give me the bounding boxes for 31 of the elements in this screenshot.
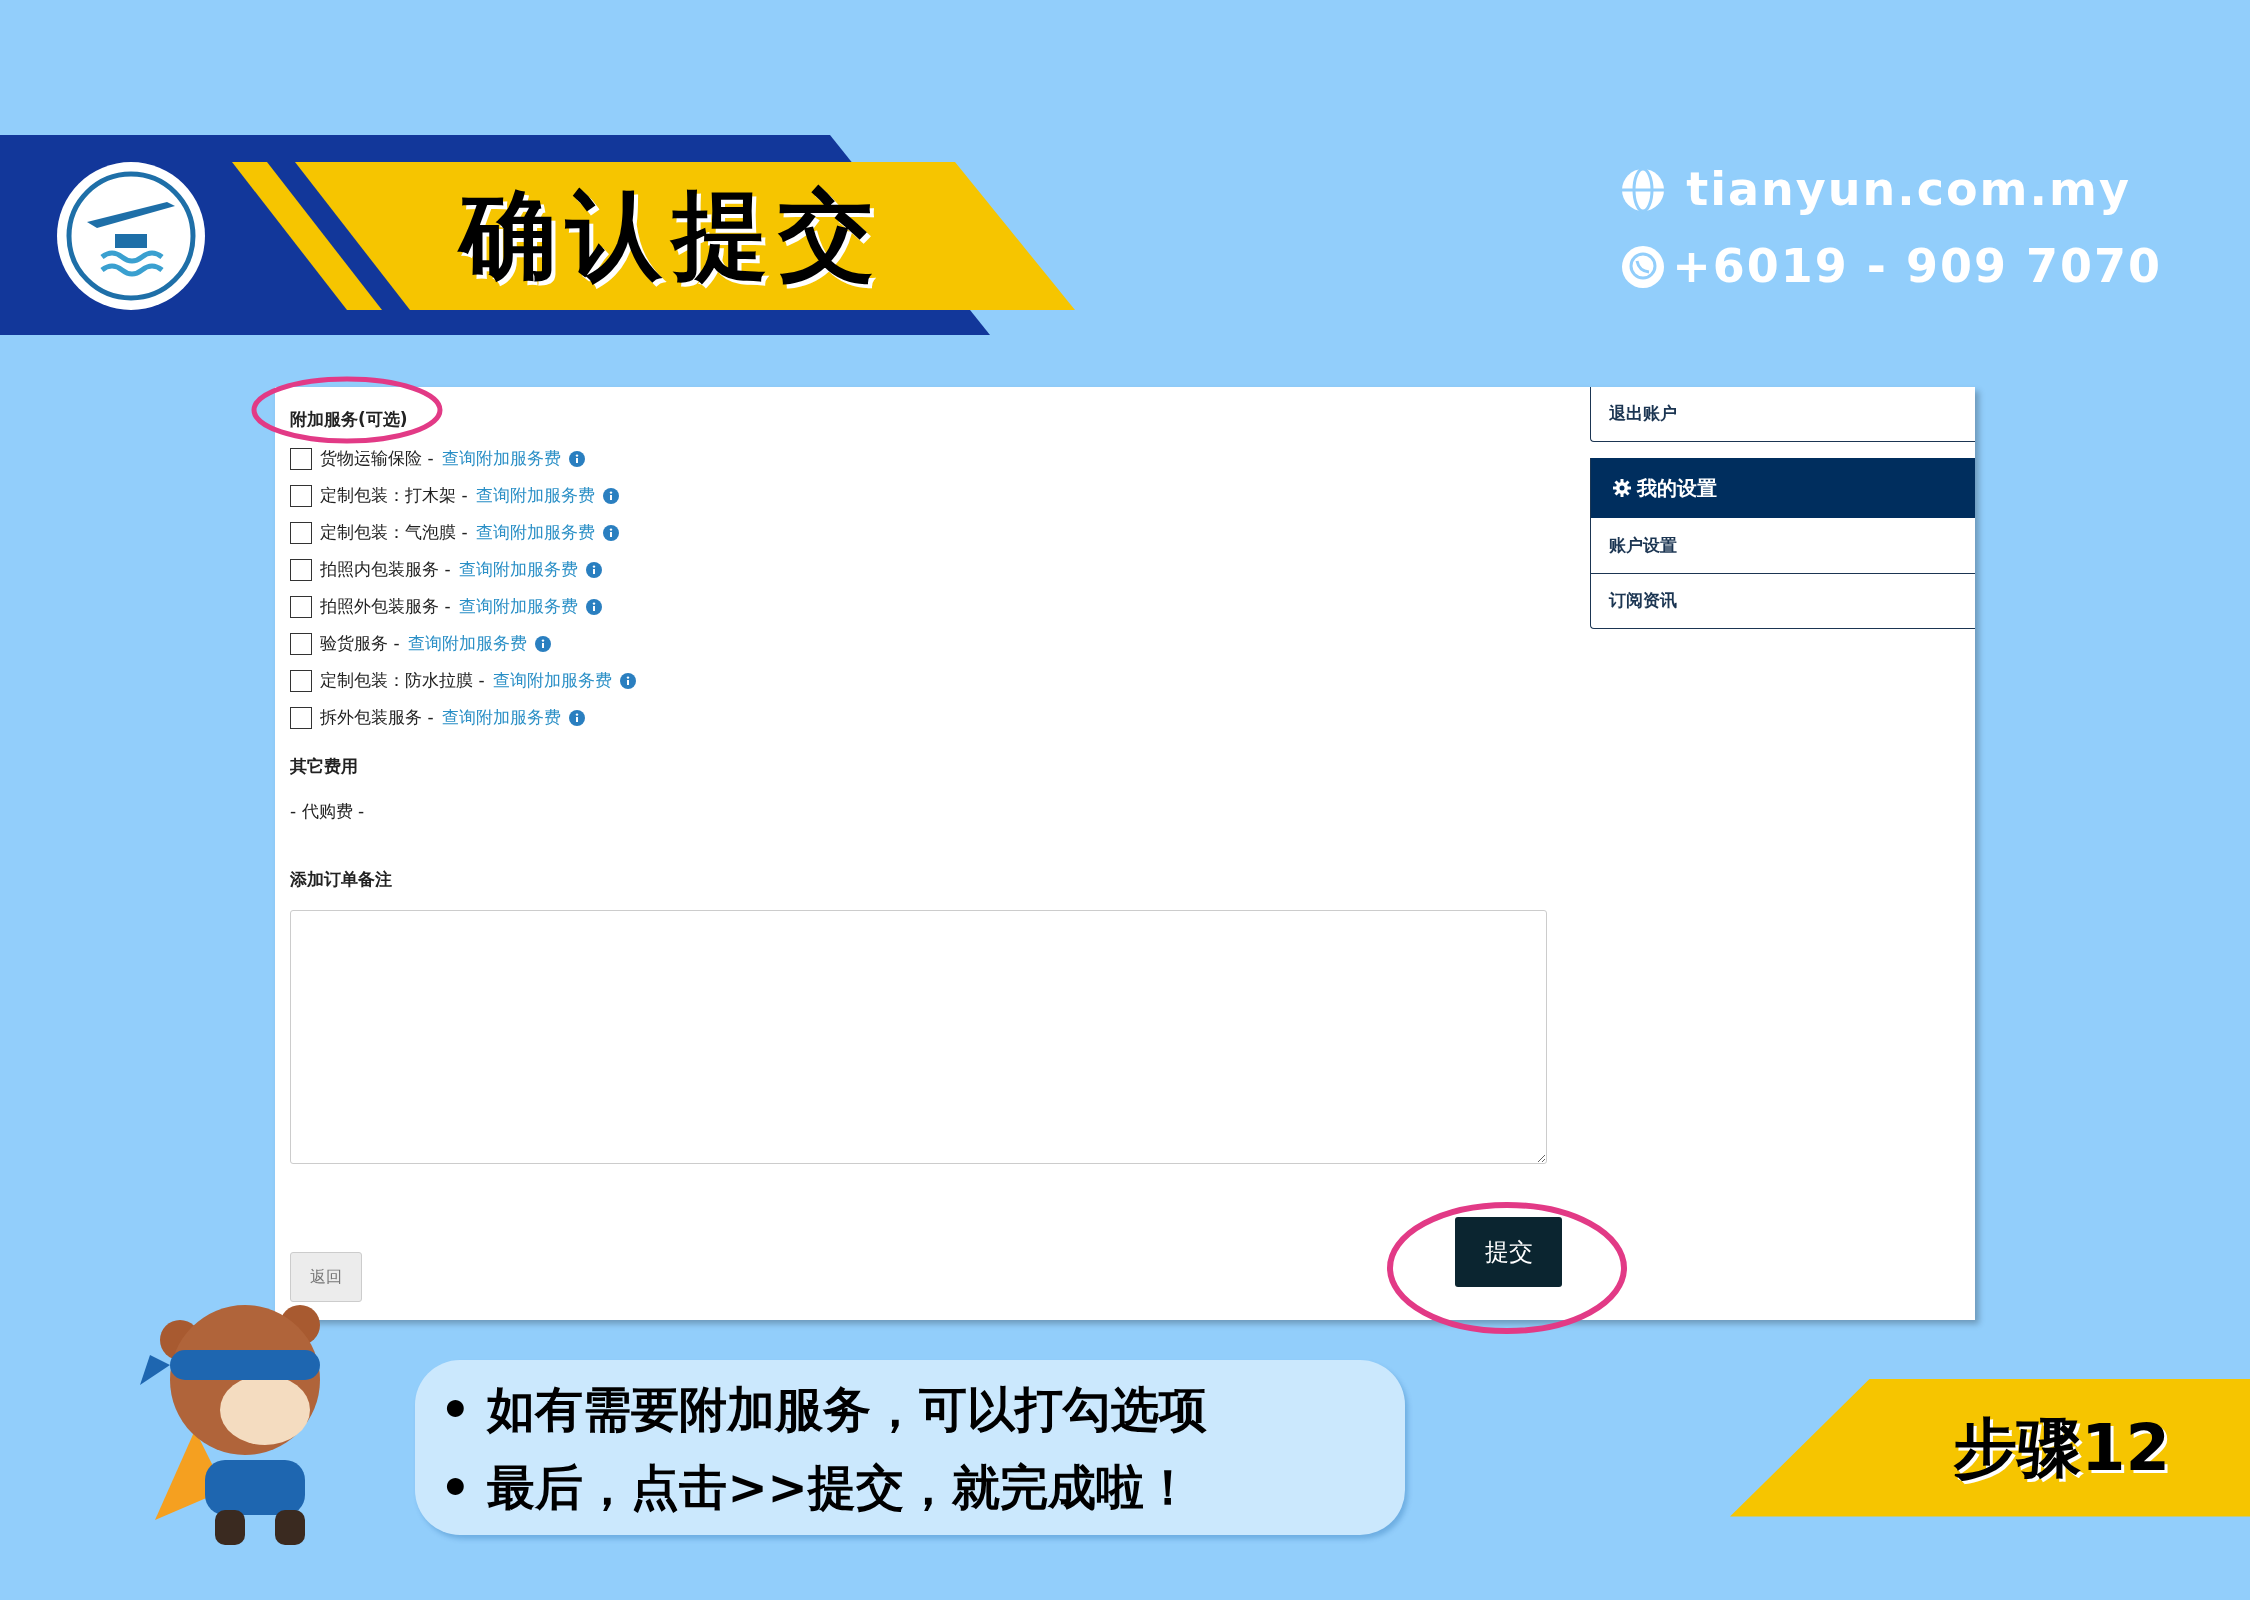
fee-link[interactable]: 查询附加服务费 — [492, 667, 612, 694]
fee-link[interactable]: 查询附加服务费 — [407, 630, 527, 657]
tip-text: • 最后，点击>>提交，就完成啦！ — [440, 1457, 1193, 1517]
section-heading: 附加服务(可选) — [290, 408, 409, 431]
settings-title: 我的设置 — [1637, 475, 1717, 502]
tip-text: • 如有需要附加服务，可以打勾选项 — [440, 1379, 1209, 1439]
service-label: 定制包装：打木架 - — [320, 483, 468, 507]
fee-link[interactable]: 查询附加服务费 — [475, 519, 595, 546]
service-label: 验货服务 - — [320, 631, 400, 655]
service-label: 拆外包装服务 - — [320, 705, 434, 729]
fee-link[interactable]: 查询附加服务费 — [458, 556, 578, 583]
fee-link[interactable]: 查询附加服务费 — [458, 593, 578, 620]
website-text: tianyun.com.my — [1686, 161, 2131, 218]
section-heading: 其它费用 — [290, 754, 359, 778]
service-label: 定制包装：气泡膜 - — [320, 520, 468, 544]
menu-item[interactable]: 账户设置 — [1591, 518, 1975, 573]
service-label: 拍照内包装服务 - — [320, 557, 451, 581]
service-label: 拍照外包装服务 - — [320, 594, 451, 618]
logout-item[interactable]: 退出账户 — [1590, 387, 1975, 442]
fee-link[interactable]: 查询附加服务费 — [441, 704, 561, 731]
fee-item: - 代购费 - — [290, 800, 366, 823]
fee-link[interactable]: 查询附加服务费 — [441, 445, 561, 472]
section-heading: 添加订单备注 — [290, 867, 393, 891]
submit-button[interactable]: 提交 — [1455, 1217, 1562, 1287]
phone-text: +6019 - 909 7070 — [1672, 238, 2162, 295]
back-button[interactable]: 返回 — [290, 1252, 362, 1302]
menu-item[interactable]: 订阅资讯 — [1591, 573, 1975, 628]
service-label: 定制包装：防水拉膜 - — [320, 668, 485, 692]
fee-link[interactable]: 查询附加服务费 — [475, 482, 595, 509]
service-label: 货物运输保险 - — [320, 446, 434, 470]
step-label: 步骤12 — [1952, 1409, 2170, 1487]
